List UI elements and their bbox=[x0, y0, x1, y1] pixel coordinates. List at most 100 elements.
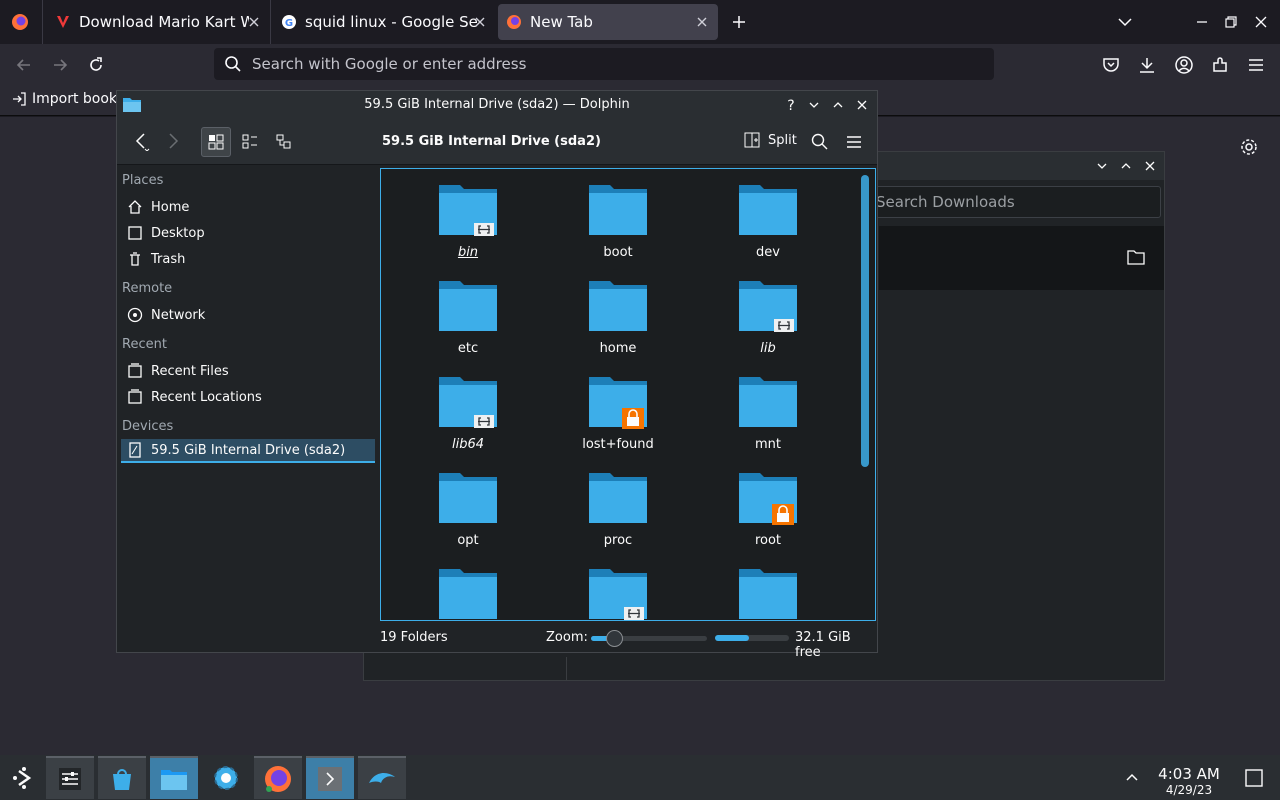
taskbar-konsole[interactable] bbox=[306, 756, 354, 799]
firefox-icon bbox=[265, 765, 291, 792]
file-view[interactable]: bin boot dev etc home lib lib64 lost+found mnt op… bbox=[380, 168, 876, 621]
tab-title: squid linux - Google Search bbox=[305, 13, 477, 31]
folder-icon bbox=[439, 473, 497, 523]
back-icon[interactable] bbox=[131, 131, 151, 151]
split-view-icon bbox=[744, 132, 760, 148]
close-icon[interactable] bbox=[472, 14, 488, 30]
sidebar-item-recent-files[interactable]: Recent Files bbox=[127, 359, 375, 383]
folder-count: 19 Folders bbox=[380, 630, 448, 645]
dolphin-toolbar: 59.5 GiB Internal Drive (sda2) Split bbox=[117, 119, 877, 165]
show-desktop-icon[interactable] bbox=[1245, 769, 1263, 787]
pocket-icon[interactable] bbox=[1101, 55, 1121, 75]
split-button[interactable]: Split bbox=[744, 132, 797, 148]
sidebar-item-internal-drive[interactable]: 59.5 GiB Internal Drive (sda2) bbox=[121, 439, 375, 463]
restore-icon[interactable] bbox=[1224, 15, 1238, 29]
tab-mario-kart[interactable]: Download Mario Kart Wii bbox=[42, 0, 270, 44]
folder-item[interactable]: root bbox=[708, 465, 828, 561]
close-window-icon[interactable] bbox=[1254, 15, 1268, 29]
folder-item[interactable]: boot bbox=[558, 177, 678, 273]
folder-item[interactable] bbox=[558, 561, 678, 620]
folder-item[interactable]: mnt bbox=[708, 369, 828, 465]
sidebar-item-label: Desktop bbox=[151, 225, 205, 241]
dolphin-titlebar[interactable]: 59.5 GiB Internal Drive (sda2) — Dolphin… bbox=[117, 91, 877, 119]
search-icon[interactable] bbox=[811, 133, 829, 151]
reload-icon[interactable] bbox=[86, 55, 106, 75]
maximize-icon[interactable] bbox=[832, 99, 844, 111]
folder-item[interactable]: bin bbox=[408, 177, 528, 273]
sidebar-item-home[interactable]: Home bbox=[127, 195, 375, 219]
folder-item[interactable]: dev bbox=[708, 177, 828, 273]
taskbar-discover[interactable] bbox=[98, 756, 146, 799]
minimize-icon[interactable] bbox=[1195, 15, 1209, 29]
dolphin-window[interactable]: 59.5 GiB Internal Drive (sda2) — Dolphin… bbox=[116, 90, 878, 660]
taskbar-dolphin-files[interactable] bbox=[150, 756, 198, 799]
minimize-icon[interactable] bbox=[808, 99, 820, 111]
zoom-slider[interactable] bbox=[591, 630, 707, 647]
settings-gear-icon[interactable] bbox=[1240, 138, 1258, 156]
search-downloads-placeholder: Search Downloads bbox=[876, 193, 1015, 211]
firefox-menu-button[interactable] bbox=[0, 0, 40, 44]
folder-item[interactable]: proc bbox=[558, 465, 678, 561]
sidebar-item-label: Home bbox=[151, 199, 190, 215]
folder-item[interactable]: etc bbox=[408, 273, 528, 369]
sidebar-item-network[interactable]: Network bbox=[127, 303, 375, 327]
close-icon[interactable] bbox=[856, 99, 868, 111]
devices-header: Devices bbox=[122, 419, 174, 434]
help-icon[interactable]: ? bbox=[784, 97, 798, 113]
sidebar-item-desktop[interactable]: Desktop bbox=[127, 221, 375, 245]
taskbar-firefox[interactable] bbox=[254, 756, 302, 799]
folder-item[interactable]: lib64 bbox=[408, 369, 528, 465]
sidebar-item-trash[interactable]: Trash bbox=[127, 247, 375, 271]
close-icon[interactable] bbox=[1144, 160, 1156, 172]
zoom-slider-handle[interactable] bbox=[606, 630, 624, 647]
folder-name: lib64 bbox=[451, 437, 485, 452]
digital-clock[interactable]: 4:03 AM 4/29/23 bbox=[1150, 765, 1228, 797]
minimize-icon[interactable] bbox=[1096, 160, 1108, 172]
folder-symlink-icon bbox=[439, 377, 497, 428]
folder-item[interactable] bbox=[408, 561, 528, 620]
extensions-icon[interactable] bbox=[1210, 55, 1230, 75]
sliders-icon bbox=[59, 767, 81, 790]
application-launcher[interactable] bbox=[0, 756, 48, 799]
taskbar-system-settings[interactable] bbox=[202, 756, 250, 799]
network-icon bbox=[127, 307, 143, 323]
taskbar: 4:03 AM 4/29/23 bbox=[0, 755, 1280, 800]
vertical-scrollbar[interactable] bbox=[861, 175, 869, 467]
close-icon[interactable] bbox=[246, 14, 262, 30]
settings-globe-icon bbox=[214, 765, 238, 790]
folder-item[interactable]: home bbox=[558, 273, 678, 369]
hamburger-menu-icon[interactable] bbox=[845, 133, 863, 151]
taskbar-system-settings-manager[interactable] bbox=[46, 756, 94, 799]
address-bar[interactable]: Search with Google or enter address bbox=[214, 48, 994, 80]
downloads-icon[interactable] bbox=[1137, 55, 1157, 75]
chevron-down-icon[interactable] bbox=[1117, 14, 1133, 30]
folder-item[interactable] bbox=[708, 561, 828, 620]
grid-view-icon bbox=[208, 134, 224, 150]
tab-new-tab[interactable]: New Tab bbox=[498, 4, 718, 40]
location-label[interactable]: 59.5 GiB Internal Drive (sda2) bbox=[382, 134, 601, 149]
hamburger-menu-icon[interactable] bbox=[1246, 55, 1266, 75]
folder-outline-icon[interactable] bbox=[1127, 249, 1145, 265]
compact-view-button[interactable] bbox=[235, 127, 265, 157]
search-downloads-input[interactable]: Search Downloads bbox=[869, 186, 1161, 218]
system-tray-expand-icon[interactable] bbox=[1125, 771, 1139, 783]
forward-icon[interactable] bbox=[50, 55, 70, 75]
close-icon[interactable] bbox=[694, 14, 710, 30]
terminal-icon bbox=[318, 766, 342, 791]
folder-name: home bbox=[599, 341, 637, 356]
sidebar-item-recent-locations[interactable]: Recent Locations bbox=[127, 385, 375, 409]
forward-icon[interactable] bbox=[163, 131, 183, 151]
folder-item[interactable]: opt bbox=[408, 465, 528, 561]
folder-item[interactable]: lost+found bbox=[558, 369, 678, 465]
taskbar-dolphin-emulator[interactable] bbox=[358, 756, 406, 799]
details-view-button[interactable] bbox=[269, 127, 299, 157]
new-tab-plus-icon[interactable] bbox=[731, 14, 747, 30]
back-icon[interactable] bbox=[14, 55, 34, 75]
account-icon[interactable] bbox=[1174, 55, 1194, 75]
tab-squid-linux[interactable]: G squid linux - Google Search bbox=[270, 0, 496, 44]
steamdeck-launcher-icon bbox=[13, 766, 32, 789]
icons-view-button[interactable] bbox=[201, 127, 231, 157]
svg-text:G: G bbox=[285, 18, 293, 29]
folder-item[interactable]: lib bbox=[708, 273, 828, 369]
maximize-icon[interactable] bbox=[1120, 160, 1132, 172]
